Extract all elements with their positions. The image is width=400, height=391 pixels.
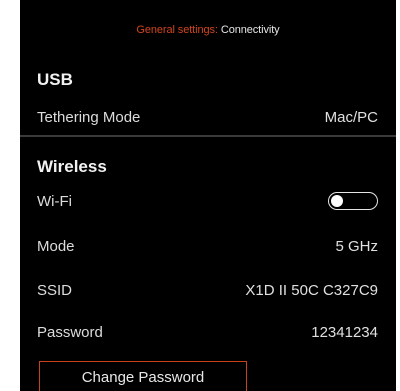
- mode-row[interactable]: Mode 5 GHz: [37, 234, 378, 258]
- usb-section-title: USB: [37, 70, 73, 89]
- tethering-mode-value: Mac/PC: [324, 108, 378, 126]
- password-label: Password: [37, 323, 103, 341]
- ssid-value: X1D II 50C C327C9: [245, 281, 378, 299]
- tethering-mode-row[interactable]: Tethering Mode Mac/PC: [37, 105, 378, 129]
- password-value: 12341234: [311, 323, 378, 341]
- breadcrumb-current: Connectivity: [220, 24, 280, 36]
- wifi-label: Wi-Fi: [37, 192, 72, 210]
- mode-label: Mode: [37, 237, 75, 255]
- wifi-row[interactable]: Wi-Fi: [37, 189, 378, 213]
- change-password-button[interactable]: Change Password: [39, 361, 247, 391]
- ssid-label: SSID: [37, 281, 73, 299]
- wifi-toggle[interactable]: [328, 192, 378, 210]
- toggle-knob: [331, 194, 343, 207]
- camera-settings-screen: General settings: Connectivity USB Tethe…: [20, 0, 396, 391]
- breadcrumb: General settings: Connectivity: [20, 24, 396, 36]
- password-row[interactable]: Password 12341234: [37, 320, 378, 344]
- wireless-section-title: Wireless: [37, 157, 107, 176]
- breadcrumb-parent[interactable]: General settings:: [136, 24, 218, 36]
- tethering-mode-label: Tethering Mode: [37, 108, 141, 126]
- section-divider: [20, 135, 396, 137]
- ssid-row[interactable]: SSID X1D II 50C C327C9: [37, 278, 378, 302]
- mode-value: 5 GHz: [335, 237, 378, 255]
